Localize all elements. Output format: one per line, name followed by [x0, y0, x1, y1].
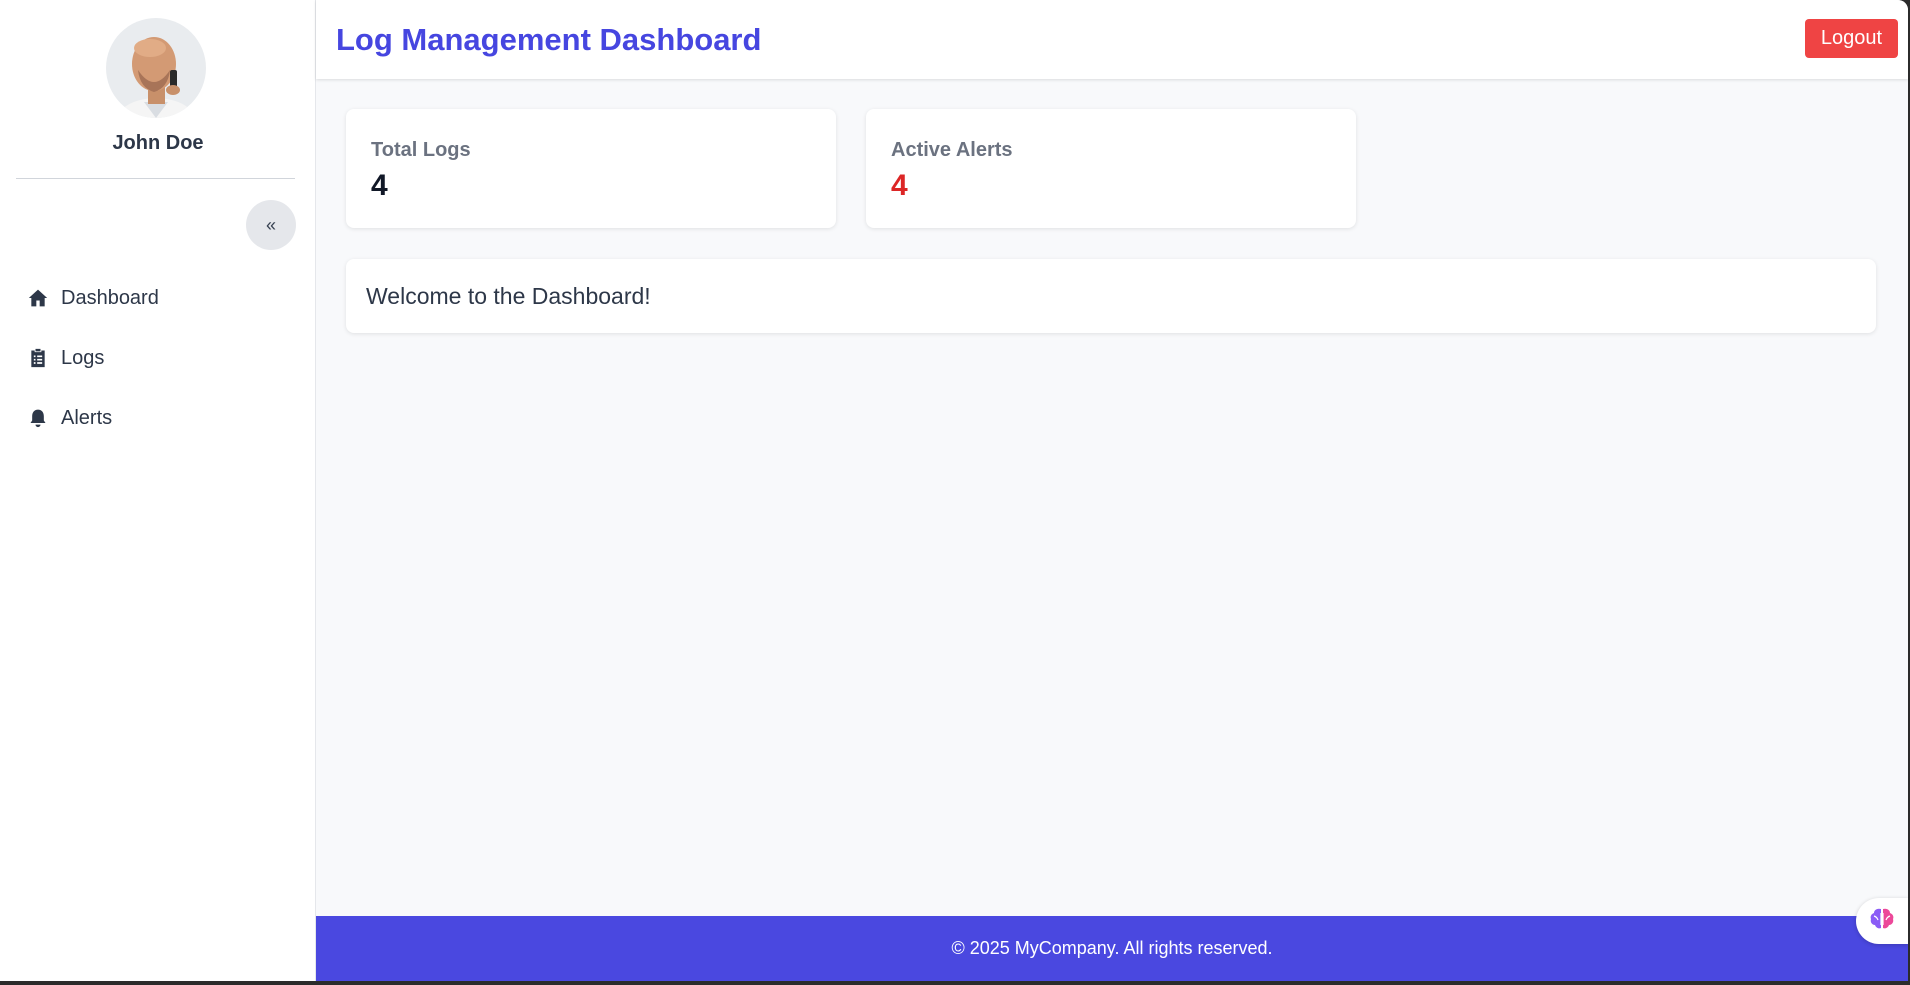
sidebar-divider [16, 178, 295, 179]
sidebar-item-alerts[interactable]: Alerts [0, 388, 316, 448]
sidebar-item-dashboard[interactable]: Dashboard [0, 268, 316, 328]
app-window: John Doe « Dashboard Logs Alerts Log Man… [0, 0, 1908, 981]
avatar [106, 18, 206, 118]
total-logs-label: Total Logs [371, 139, 471, 161]
page-title: Log Management Dashboard [336, 22, 762, 57]
footer-text: © 2025 MyCompany. All rights reserved. [951, 938, 1273, 958]
home-icon [27, 287, 49, 309]
total-logs-value: 4 [371, 169, 388, 202]
bell-icon [27, 407, 49, 429]
logout-button[interactable]: Logout [1805, 19, 1898, 58]
welcome-text: Welcome to the Dashboard! [366, 282, 651, 309]
sidebar-item-label: Alerts [61, 406, 113, 429]
clipboard-icon [27, 347, 49, 369]
active-alerts-card: Active Alerts 4 [866, 109, 1356, 228]
collapse-sidebar-button[interactable]: « [246, 200, 296, 250]
active-alerts-value: 4 [891, 169, 908, 202]
brain-icon [1869, 907, 1895, 936]
total-logs-card: Total Logs 4 [346, 109, 836, 228]
sidebar-item-label: Dashboard [61, 286, 159, 309]
top-header: Log Management Dashboard Logout [316, 0, 1908, 79]
user-name: John Doe [112, 132, 204, 154]
active-alerts-label: Active Alerts [891, 139, 1013, 161]
brain-icon-button[interactable] [1856, 898, 1908, 944]
footer: © 2025 MyCompany. All rights reserved. [316, 916, 1908, 981]
sidebar-item-logs[interactable]: Logs [0, 328, 316, 388]
sidebar: John Doe « Dashboard Logs Alerts [0, 0, 316, 981]
welcome-panel: Welcome to the Dashboard! [346, 259, 1876, 333]
sidebar-item-label: Logs [61, 346, 105, 369]
sidebar-nav: Dashboard Logs Alerts [0, 268, 316, 448]
